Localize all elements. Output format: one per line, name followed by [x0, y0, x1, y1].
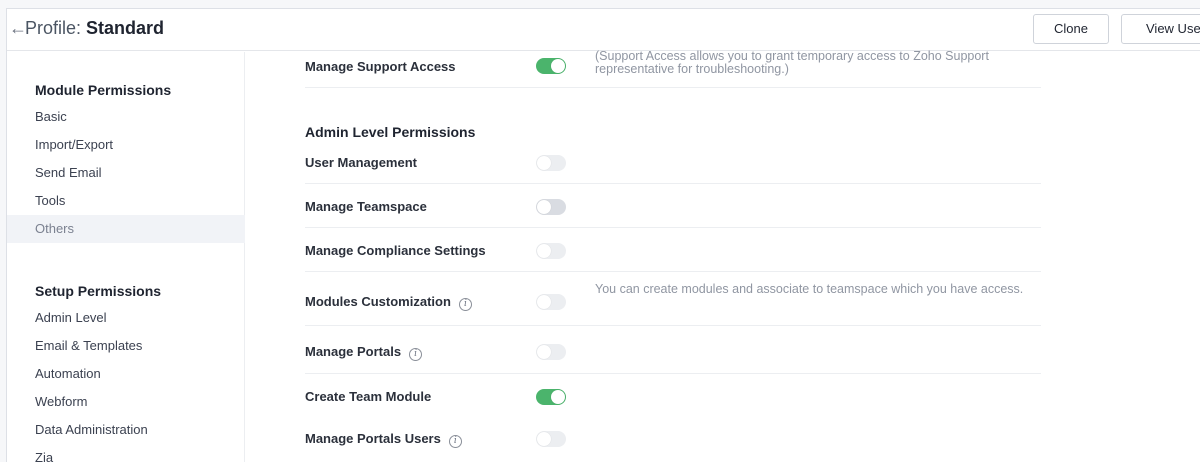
toggle-knob	[537, 345, 551, 359]
permission-row-create-team-module: Create Team Module	[305, 378, 1041, 418]
permission-label: Manage Teamspace	[305, 199, 427, 214]
info-icon[interactable]: i	[448, 435, 462, 448]
toggle-switch[interactable]	[536, 344, 566, 360]
permission-label-text: Manage Portals	[305, 344, 402, 359]
permissions-content: Manage Support Access (Support Access al…	[245, 49, 1200, 462]
sidebar-item-send-email[interactable]: Send Email	[7, 159, 245, 187]
permission-row-manage-teamspace: Manage Teamspace	[305, 190, 1041, 228]
profile-panel: ← Profile: Standard Clone View User Modu…	[6, 8, 1200, 462]
permission-row-modules-customization: Modules Customization i You can create mo…	[305, 278, 1041, 326]
info-icon[interactable]: i	[458, 298, 472, 311]
permission-row-user-management: User Management	[305, 146, 1041, 184]
toggle-knob	[551, 59, 565, 73]
toggle-switch[interactable]	[536, 431, 566, 447]
sidebar-item-others[interactable]: Others	[7, 215, 245, 243]
permission-label: Modules Customization i	[305, 294, 472, 311]
permission-label: Create Team Module	[305, 389, 432, 404]
module-permissions-heading: Module Permissions	[35, 82, 172, 98]
page-title: Profile: Standard	[25, 17, 164, 39]
permission-label: Manage Portals Users i	[305, 431, 462, 448]
app-window: ← Profile: Standard Clone View User Modu…	[0, 0, 1200, 462]
toggle-switch[interactable]	[536, 58, 566, 74]
permission-label: Manage Compliance Settings	[305, 243, 486, 258]
permission-row-manage-support-access: Manage Support Access (Support Access al…	[305, 49, 1041, 88]
view-users-button[interactable]: View User	[1121, 14, 1200, 44]
info-icon[interactable]: i	[409, 348, 423, 361]
toggle-switch[interactable]	[536, 155, 566, 171]
toggle-knob	[537, 200, 551, 214]
toggle-knob	[537, 244, 551, 258]
permission-description: You can create modules and associate to …	[595, 282, 1024, 296]
page-header: ← Profile: Standard Clone View User	[7, 9, 1200, 51]
toggle-switch[interactable]	[536, 243, 566, 259]
toggle-knob	[537, 295, 551, 309]
toggle-switch[interactable]	[536, 389, 566, 405]
permission-description: (Support Access allows you to grant temp…	[595, 49, 989, 76]
permission-label: Manage Portals i	[305, 344, 423, 361]
sidebar-item-webform[interactable]: Webform	[7, 388, 245, 416]
permission-label: Manage Support Access	[305, 59, 456, 74]
toggle-switch[interactable]	[536, 294, 566, 310]
permission-row-manage-portals-users: Manage Portals Users i	[305, 420, 1041, 458]
toggle-knob	[537, 156, 551, 170]
sidebar-item-data-administration[interactable]: Data Administration	[7, 416, 245, 444]
sidebar-item-tools[interactable]: Tools	[7, 187, 245, 215]
profile-name: Standard	[86, 18, 165, 38]
permission-row-manage-compliance-settings: Manage Compliance Settings	[305, 234, 1041, 272]
permissions-sidebar: Module Permissions Basic Import/Export S…	[7, 52, 245, 462]
sidebar-item-zia[interactable]: Zia	[7, 444, 245, 462]
setup-permissions-heading: Setup Permissions	[35, 283, 162, 299]
page-title-prefix: Profile:	[25, 18, 87, 38]
sidebar-item-import-export[interactable]: Import/Export	[7, 131, 245, 159]
permission-row-manage-portals: Manage Portals i	[305, 334, 1041, 374]
permission-label: User Management	[305, 155, 417, 170]
admin-level-permissions-heading: Admin Level Permissions	[305, 124, 476, 140]
sidebar-item-email-templates[interactable]: Email & Templates	[7, 332, 245, 360]
sidebar-item-automation[interactable]: Automation	[7, 360, 245, 388]
sidebar-item-basic[interactable]: Basic	[7, 103, 245, 131]
permission-label-text: Manage Portals Users	[305, 431, 441, 446]
toggle-knob	[537, 432, 551, 446]
sidebar-item-admin-level[interactable]: Admin Level	[7, 304, 245, 332]
clone-button[interactable]: Clone	[1033, 14, 1109, 44]
toggle-knob	[551, 390, 565, 404]
toggle-switch[interactable]	[536, 199, 566, 215]
permission-label-text: Modules Customization	[305, 294, 451, 309]
